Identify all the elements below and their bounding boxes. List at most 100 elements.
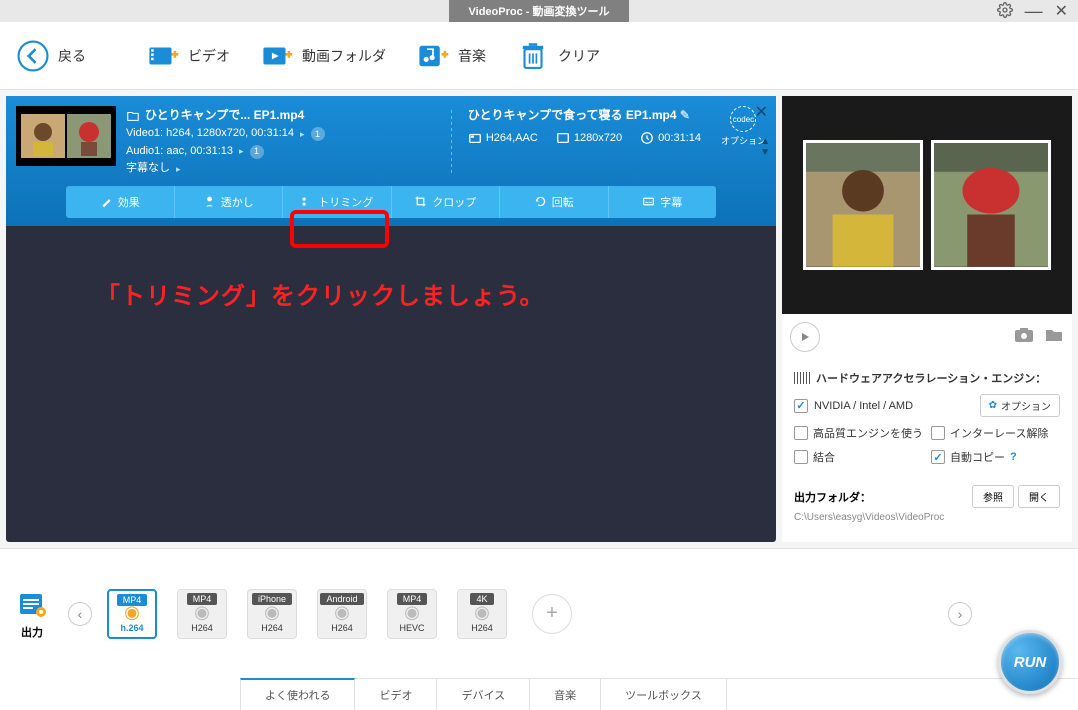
preset-item-2[interactable]: iPhone◉H264 bbox=[242, 589, 302, 639]
preset-item-3[interactable]: Android◉H264 bbox=[312, 589, 372, 639]
deint-checkbox[interactable] bbox=[931, 426, 945, 440]
bottom-area: 出力 ‹ MP4◉h.264MP4◉H264iPhone◉H264Android… bbox=[0, 548, 1078, 710]
output-title: ひとりキャンプで食って寝る EP1.mp4 bbox=[468, 108, 677, 122]
video-meta: Video1: h264, 1280x720, 00:31:14 bbox=[126, 125, 294, 143]
res-spec-icon bbox=[556, 131, 570, 145]
music-button[interactable]: 音楽 bbox=[416, 39, 486, 73]
audio-track-badge[interactable]: 1 bbox=[250, 145, 264, 159]
play-button[interactable] bbox=[790, 322, 820, 352]
window-title: VideoProc - 動画変換ツール bbox=[449, 0, 630, 22]
crop-icon bbox=[414, 195, 427, 208]
chip-icon bbox=[794, 372, 810, 384]
gpu-checkbox[interactable] bbox=[794, 399, 808, 413]
video-thumbnail bbox=[16, 106, 116, 166]
tab-toolbox[interactable]: ツールボックス bbox=[601, 679, 727, 710]
video-item[interactable]: ✕ ▲▼ ひとりキャンプで... EP1.mp4 Video1: h264, 1… bbox=[6, 96, 776, 226]
tab-popular[interactable]: よく使われる bbox=[240, 678, 355, 710]
subtitle-meta: 字幕なし bbox=[126, 160, 170, 178]
browse-button[interactable]: 参照 bbox=[972, 485, 1014, 508]
subtitle-tab[interactable]: 字幕 bbox=[609, 186, 717, 218]
output-folder-label: 出力フォルダ： bbox=[794, 489, 871, 505]
output-folder-path: C:\Users\easyg\Videos\VideoProc bbox=[794, 512, 1060, 523]
tab-video[interactable]: ビデオ bbox=[355, 679, 437, 710]
spec-codec: H264,AAC bbox=[486, 132, 538, 144]
video-label: ビデオ bbox=[188, 46, 230, 66]
spec-dur: 00:31:14 bbox=[658, 132, 701, 144]
autocopy-checkbox[interactable] bbox=[931, 450, 945, 464]
hw-accel-section: ハードウェアアクセラレーション・エンジン： NVIDIA / Intel / A… bbox=[782, 360, 1072, 475]
wand-icon bbox=[100, 195, 113, 208]
subtitle-icon bbox=[642, 195, 655, 208]
back-label: 戻る bbox=[58, 46, 86, 66]
preset-item-4[interactable]: MP4◉HEVC bbox=[382, 589, 442, 639]
tab-music[interactable]: 音楽 bbox=[530, 679, 601, 710]
effect-tab[interactable]: 効果 bbox=[66, 186, 175, 218]
watermark-tab[interactable]: 透かし bbox=[175, 186, 284, 218]
preset-item-0[interactable]: MP4◉h.264 bbox=[102, 589, 162, 639]
add-preset-button[interactable]: + bbox=[532, 594, 572, 634]
clear-button[interactable]: クリア bbox=[516, 39, 600, 73]
audio-meta: Audio1: aac, 00:31:13 bbox=[126, 143, 233, 161]
close-icon[interactable]: ✕ bbox=[1055, 1, 1068, 21]
input-title: ひとりキャンプで... EP1.mp4 bbox=[145, 106, 304, 125]
gpu-label: NVIDIA / Intel / AMD bbox=[814, 400, 913, 412]
autocopy-label: 自動コピー bbox=[950, 449, 1005, 465]
preview-area bbox=[782, 96, 1072, 314]
rotate-tab[interactable]: 回転 bbox=[500, 186, 609, 218]
hw-header-label: ハードウェアアクセラレーション・エンジン： bbox=[816, 370, 1046, 386]
preset-item-1[interactable]: MP4◉H264 bbox=[172, 589, 232, 639]
folder-label: 動画フォルダ bbox=[302, 46, 386, 66]
reorder-arrows[interactable]: ▲▼ bbox=[760, 136, 770, 158]
instruction-annotation: 「トリミング」をクリックしましょう。 bbox=[96, 276, 545, 311]
rotate-icon bbox=[534, 195, 547, 208]
codec-icon: codec bbox=[730, 106, 756, 132]
video-icon bbox=[146, 39, 180, 73]
right-panel: ハードウェアアクセラレーション・エンジン： NVIDIA / Intel / A… bbox=[782, 96, 1072, 542]
left-panel: ✕ ▲▼ ひとりキャンプで... EP1.mp4 Video1: h264, 1… bbox=[6, 96, 776, 542]
preset-next-button[interactable]: › bbox=[948, 602, 972, 626]
output-folder-section: 出力フォルダ： 参照 開く C:\Users\easyg\Videos\Vide… bbox=[782, 475, 1072, 533]
folder-icon bbox=[260, 39, 294, 73]
deint-label: インターレース解除 bbox=[950, 425, 1048, 441]
video-track-badge[interactable]: 1 bbox=[311, 127, 325, 141]
preset-prev-button[interactable]: ‹ bbox=[68, 602, 92, 626]
time-spec-icon bbox=[640, 131, 654, 145]
minimize-icon[interactable]: — bbox=[1025, 1, 1043, 22]
codec-spec-icon bbox=[468, 131, 482, 145]
merge-checkbox[interactable] bbox=[794, 450, 808, 464]
preview-controls bbox=[782, 314, 1072, 360]
run-button[interactable]: RUN bbox=[998, 630, 1062, 694]
settings-icon[interactable] bbox=[997, 2, 1013, 21]
edit-name-icon[interactable]: ✎ bbox=[680, 108, 690, 122]
clear-label: クリア bbox=[558, 46, 600, 66]
video-button[interactable]: ビデオ bbox=[146, 39, 230, 73]
open-folder-icon[interactable] bbox=[1044, 327, 1064, 348]
output-icon bbox=[16, 588, 48, 620]
trim-tab[interactable]: トリミング bbox=[283, 186, 392, 218]
back-button[interactable]: 戻る bbox=[16, 39, 86, 73]
spec-res: 1280x720 bbox=[574, 132, 622, 144]
bottom-tabs: よく使われる ビデオ デバイス 音楽 ツールボックス bbox=[240, 678, 1078, 710]
music-label: 音楽 bbox=[458, 46, 486, 66]
output-section-label: 出力 bbox=[16, 588, 48, 640]
watermark-icon bbox=[203, 195, 216, 208]
scissors-icon bbox=[300, 195, 313, 208]
music-icon bbox=[416, 39, 450, 73]
trash-icon bbox=[516, 39, 550, 73]
titlebar: VideoProc - 動画変換ツール — ✕ bbox=[0, 0, 1078, 22]
folder-small-icon bbox=[126, 109, 140, 123]
gear-icon: ✿ bbox=[989, 400, 997, 411]
remove-item-icon[interactable]: ✕ bbox=[755, 102, 768, 122]
folder-button[interactable]: 動画フォルダ bbox=[260, 39, 386, 73]
merge-label: 結合 bbox=[813, 449, 835, 465]
help-icon[interactable]: ? bbox=[1010, 451, 1017, 463]
hq-label: 高品質エンジンを使う bbox=[813, 425, 923, 441]
snapshot-icon[interactable] bbox=[1014, 327, 1034, 348]
preset-item-5[interactable]: 4K◉H264 bbox=[452, 589, 512, 639]
crop-tab[interactable]: クロップ bbox=[392, 186, 501, 218]
open-button[interactable]: 開く bbox=[1018, 485, 1060, 508]
hq-checkbox[interactable] bbox=[794, 426, 808, 440]
back-icon bbox=[16, 39, 50, 73]
hw-option-button[interactable]: ✿オプション bbox=[980, 394, 1060, 417]
tab-device[interactable]: デバイス bbox=[437, 679, 530, 710]
